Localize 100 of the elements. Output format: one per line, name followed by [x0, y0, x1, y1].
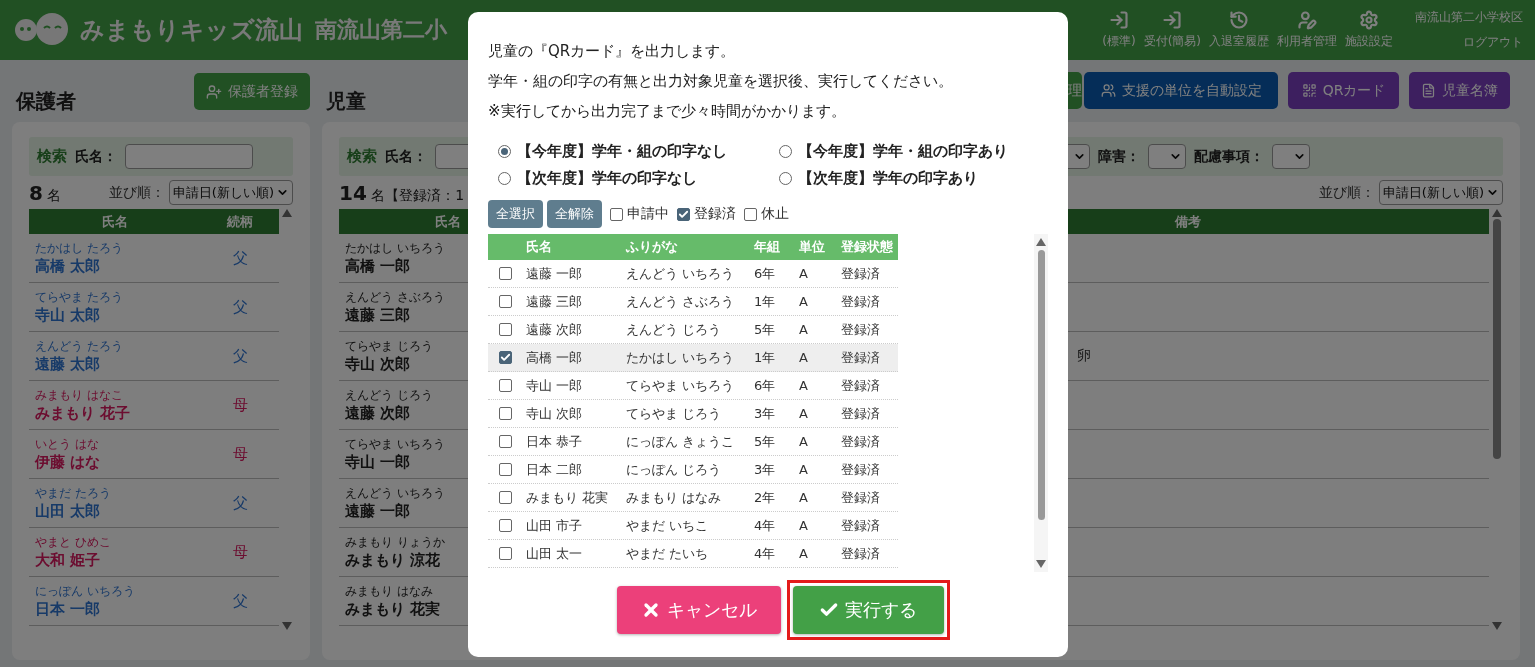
column-header: 年組: [754, 238, 781, 256]
row-checkbox[interactable]: [499, 547, 512, 560]
row-checkbox[interactable]: [499, 463, 512, 476]
column-header: ふりがな: [626, 238, 679, 256]
table-cell-text: 1年: [754, 292, 777, 311]
child-name-cell[interactable]: みまもり りょうか みまもり 涼花: [339, 534, 469, 570]
table-cell-text: てらやま じろう: [626, 404, 723, 423]
table-cell-text: 6年: [754, 376, 777, 395]
row-checkbox[interactable]: [499, 295, 512, 308]
row-checkbox[interactable]: [499, 267, 512, 280]
school-name: 南流山第二小: [315, 16, 447, 44]
table-cell-text: 登録済: [841, 516, 881, 535]
radio-option[interactable]: 【次年度】学年の印字あり: [779, 169, 1060, 188]
clear-all-button[interactable]: 全解除: [547, 200, 602, 228]
table-cell-text: 2年: [754, 488, 777, 507]
table-cell-text: みまもり 花実: [526, 488, 610, 507]
column-header: 氏名: [526, 238, 553, 256]
toolbar-button[interactable]: 児童名簿: [1409, 72, 1510, 109]
column-header: 備考: [1173, 212, 1202, 231]
nav-item[interactable]: 施設設定: [1345, 10, 1393, 50]
table-cell-text: A: [799, 406, 809, 421]
scroll-up-icon[interactable]: [1492, 209, 1502, 217]
relation-cell-text: 父: [231, 248, 249, 268]
relation-cell-text: 母: [231, 395, 249, 415]
child-name-cell[interactable]: みまもり はなみ みまもり 花実: [339, 583, 469, 619]
run-button[interactable]: 実行する: [792, 586, 944, 634]
table-cell-text: 登録済: [841, 376, 881, 395]
scroll-up-icon[interactable]: [1036, 238, 1046, 246]
sort-select[interactable]: 申請日(新しい順): [1378, 180, 1503, 205]
nav-item[interactable]: 入退室履歴: [1209, 10, 1269, 50]
radio-option[interactable]: 【今年度】学年・組の印字あり: [779, 142, 1060, 161]
logout-link[interactable]: ログアウト: [1463, 34, 1523, 51]
status-checkbox[interactable]: 登録済: [677, 205, 736, 223]
sort-select[interactable]: 申請日(新しい順): [168, 180, 293, 205]
scrollbar[interactable]: [1034, 234, 1048, 572]
relation-cell-text: 父: [231, 493, 249, 513]
user-add-icon: [206, 83, 222, 100]
scroll-down-icon[interactable]: [282, 622, 292, 630]
nav-item[interactable]: 利用者管理: [1277, 10, 1337, 50]
guardian-name-cell[interactable]: やまと ひめこ 大和 姫子: [29, 534, 201, 570]
child-name-cell[interactable]: てらやま いちろう 寺山 一郎: [339, 436, 469, 472]
table-cell-text: えんどう いちろう: [626, 264, 736, 283]
scroll-down-icon[interactable]: [1036, 560, 1046, 568]
status-checkbox[interactable]: 休止: [744, 205, 789, 223]
row-checkbox[interactable]: [499, 323, 512, 336]
toolbar-button[interactable]: 支援の単位を自動設定: [1084, 72, 1278, 109]
select-all-button[interactable]: 全選択: [488, 200, 543, 228]
table-cell-text: 遠藤 次郎: [526, 320, 584, 339]
guardian-name-cell[interactable]: てらやま たろう 寺山 太郎: [29, 289, 201, 325]
toolbar-button[interactable]: QRカード: [1288, 72, 1399, 109]
child-name-cell[interactable]: たかはし いちろう 高橋 一郎: [339, 240, 469, 276]
row-checkbox[interactable]: [499, 435, 512, 448]
guardian-name-cell[interactable]: にっぽん いちろう 日本 一郎: [29, 583, 201, 619]
scroll-down-icon[interactable]: [1492, 622, 1502, 630]
dialog-text: 学年・組の印字の有無と出力対象児童を選択後、実行してください。: [488, 71, 954, 92]
table-cell-text: 寺山 次郎: [526, 404, 584, 423]
table-cell-text: A: [799, 322, 809, 337]
table-cell-text: 登録済: [841, 292, 881, 311]
table-cell-text: 4年: [754, 544, 777, 563]
section-title: 保護者: [16, 88, 76, 115]
guardian-name-cell[interactable]: みまもり はなこ みまもり 花子: [29, 387, 201, 423]
child-name-cell[interactable]: えんどう じろう 遠藤 次郎: [339, 387, 469, 423]
cancel-button[interactable]: キャンセル: [616, 586, 781, 634]
row-checkbox[interactable]: [499, 519, 512, 532]
field-label: 氏名：: [385, 147, 427, 166]
filter-label: 配慮事項：: [1194, 147, 1264, 166]
radio-option[interactable]: 【次年度】学年の印字なし: [498, 169, 779, 188]
note-cell-text: 卵: [1076, 347, 1092, 365]
status-checkbox[interactable]: 申請中: [610, 205, 669, 223]
checkmark-icon: [500, 352, 511, 363]
dialog-text: ※実行してから出力完了まで少々時間がかかります。: [488, 101, 847, 122]
child-name-cell[interactable]: てらやま じろう 寺山 次郎: [339, 338, 469, 374]
table-cell-text: 登録済: [841, 404, 881, 423]
row-checkbox[interactable]: [499, 407, 512, 420]
register-guardian-button[interactable]: 保護者登録: [194, 73, 310, 110]
table-cell-text: A: [799, 294, 809, 309]
row-checkbox[interactable]: [499, 379, 512, 392]
radio-option[interactable]: 【今年度】学年・組の印字なし: [498, 142, 779, 161]
row-checkbox[interactable]: [499, 351, 512, 364]
guardian-name-cell[interactable]: たかはし たろう 高橋 太郎: [29, 240, 201, 276]
child-name-cell[interactable]: えんどう さぶろう 遠藤 三郎: [339, 289, 469, 325]
table-cell-text: 6年: [754, 264, 777, 283]
name-input[interactable]: [125, 144, 253, 169]
child-name-cell[interactable]: えんどう いちろう 遠藤 一郎: [339, 485, 469, 521]
guardian-name-cell[interactable]: やまだ たろう 山田 太郎: [29, 485, 201, 521]
nav-item[interactable]: 受付(簡易): [1143, 10, 1201, 50]
guardian-name-cell[interactable]: えんどう たろう 遠藤 太郎: [29, 338, 201, 374]
table-cell-text: A: [799, 546, 809, 561]
field-label: 氏名：: [75, 147, 117, 166]
table-cell-text: 日本 恭子: [526, 432, 584, 451]
column-header: 氏名: [434, 212, 462, 231]
qr-code-icon: [1301, 83, 1317, 98]
table-cell-text: A: [799, 490, 809, 505]
scroll-up-icon[interactable]: [282, 209, 292, 217]
relation-cell-text: 父: [231, 591, 249, 611]
nav-item[interactable]: (標準): [1102, 10, 1136, 50]
table-cell-text: A: [799, 350, 809, 365]
row-checkbox[interactable]: [499, 491, 512, 504]
guardian-name-cell[interactable]: いとう はな 伊藤 はな: [29, 436, 201, 472]
enter-icon: [1162, 10, 1183, 30]
